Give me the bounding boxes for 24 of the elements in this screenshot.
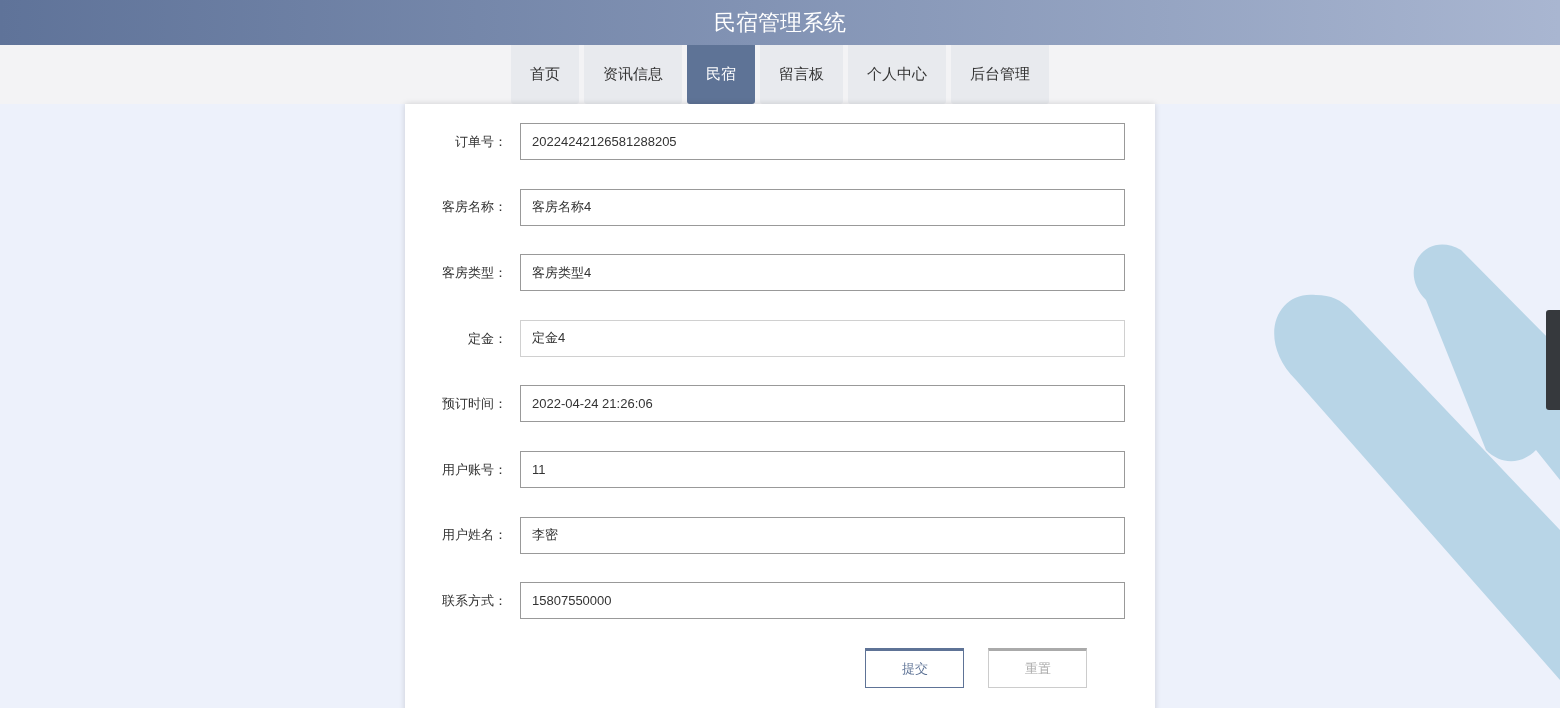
nav-tab[interactable]: 资讯信息 xyxy=(584,45,682,104)
input-field[interactable]: 客房名称4 xyxy=(520,188,1125,226)
input-field[interactable]: 15807550000 xyxy=(520,582,1125,620)
nav-tab[interactable]: 个人中心 xyxy=(848,45,946,104)
field-label: 预订时间： xyxy=(441,395,507,414)
field-label: 联系方式： xyxy=(441,591,507,610)
field-label: 客房名称： xyxy=(441,198,507,217)
nav-tab[interactable]: 民宿 xyxy=(687,45,755,104)
field-label: 客房类型： xyxy=(441,263,507,282)
input-field[interactable]: 2022-04-24 21:26:06 xyxy=(520,385,1125,423)
nav-tab[interactable]: 留言板 xyxy=(760,45,843,104)
field-label: 用户姓名： xyxy=(441,526,507,545)
field-label: 订单号： xyxy=(454,132,507,151)
nav-tab[interactable]: 后台管理 xyxy=(951,45,1049,104)
input-field[interactable]: 客房类型4 xyxy=(520,254,1125,292)
field-label: 用户账号： xyxy=(441,460,507,479)
site-title: 民宿管理系统 xyxy=(714,9,846,37)
input-field[interactable]: 定金4 xyxy=(520,319,1125,357)
field-label: 定金： xyxy=(467,329,507,348)
nav-tab[interactable]: 首页 xyxy=(511,45,579,104)
submit-button[interactable]: 提交 xyxy=(865,648,964,689)
input-field[interactable]: 11 xyxy=(520,450,1125,488)
input-field[interactable]: 李密 xyxy=(520,516,1125,554)
input-field[interactable]: 20224242126581288205 xyxy=(520,123,1125,160)
